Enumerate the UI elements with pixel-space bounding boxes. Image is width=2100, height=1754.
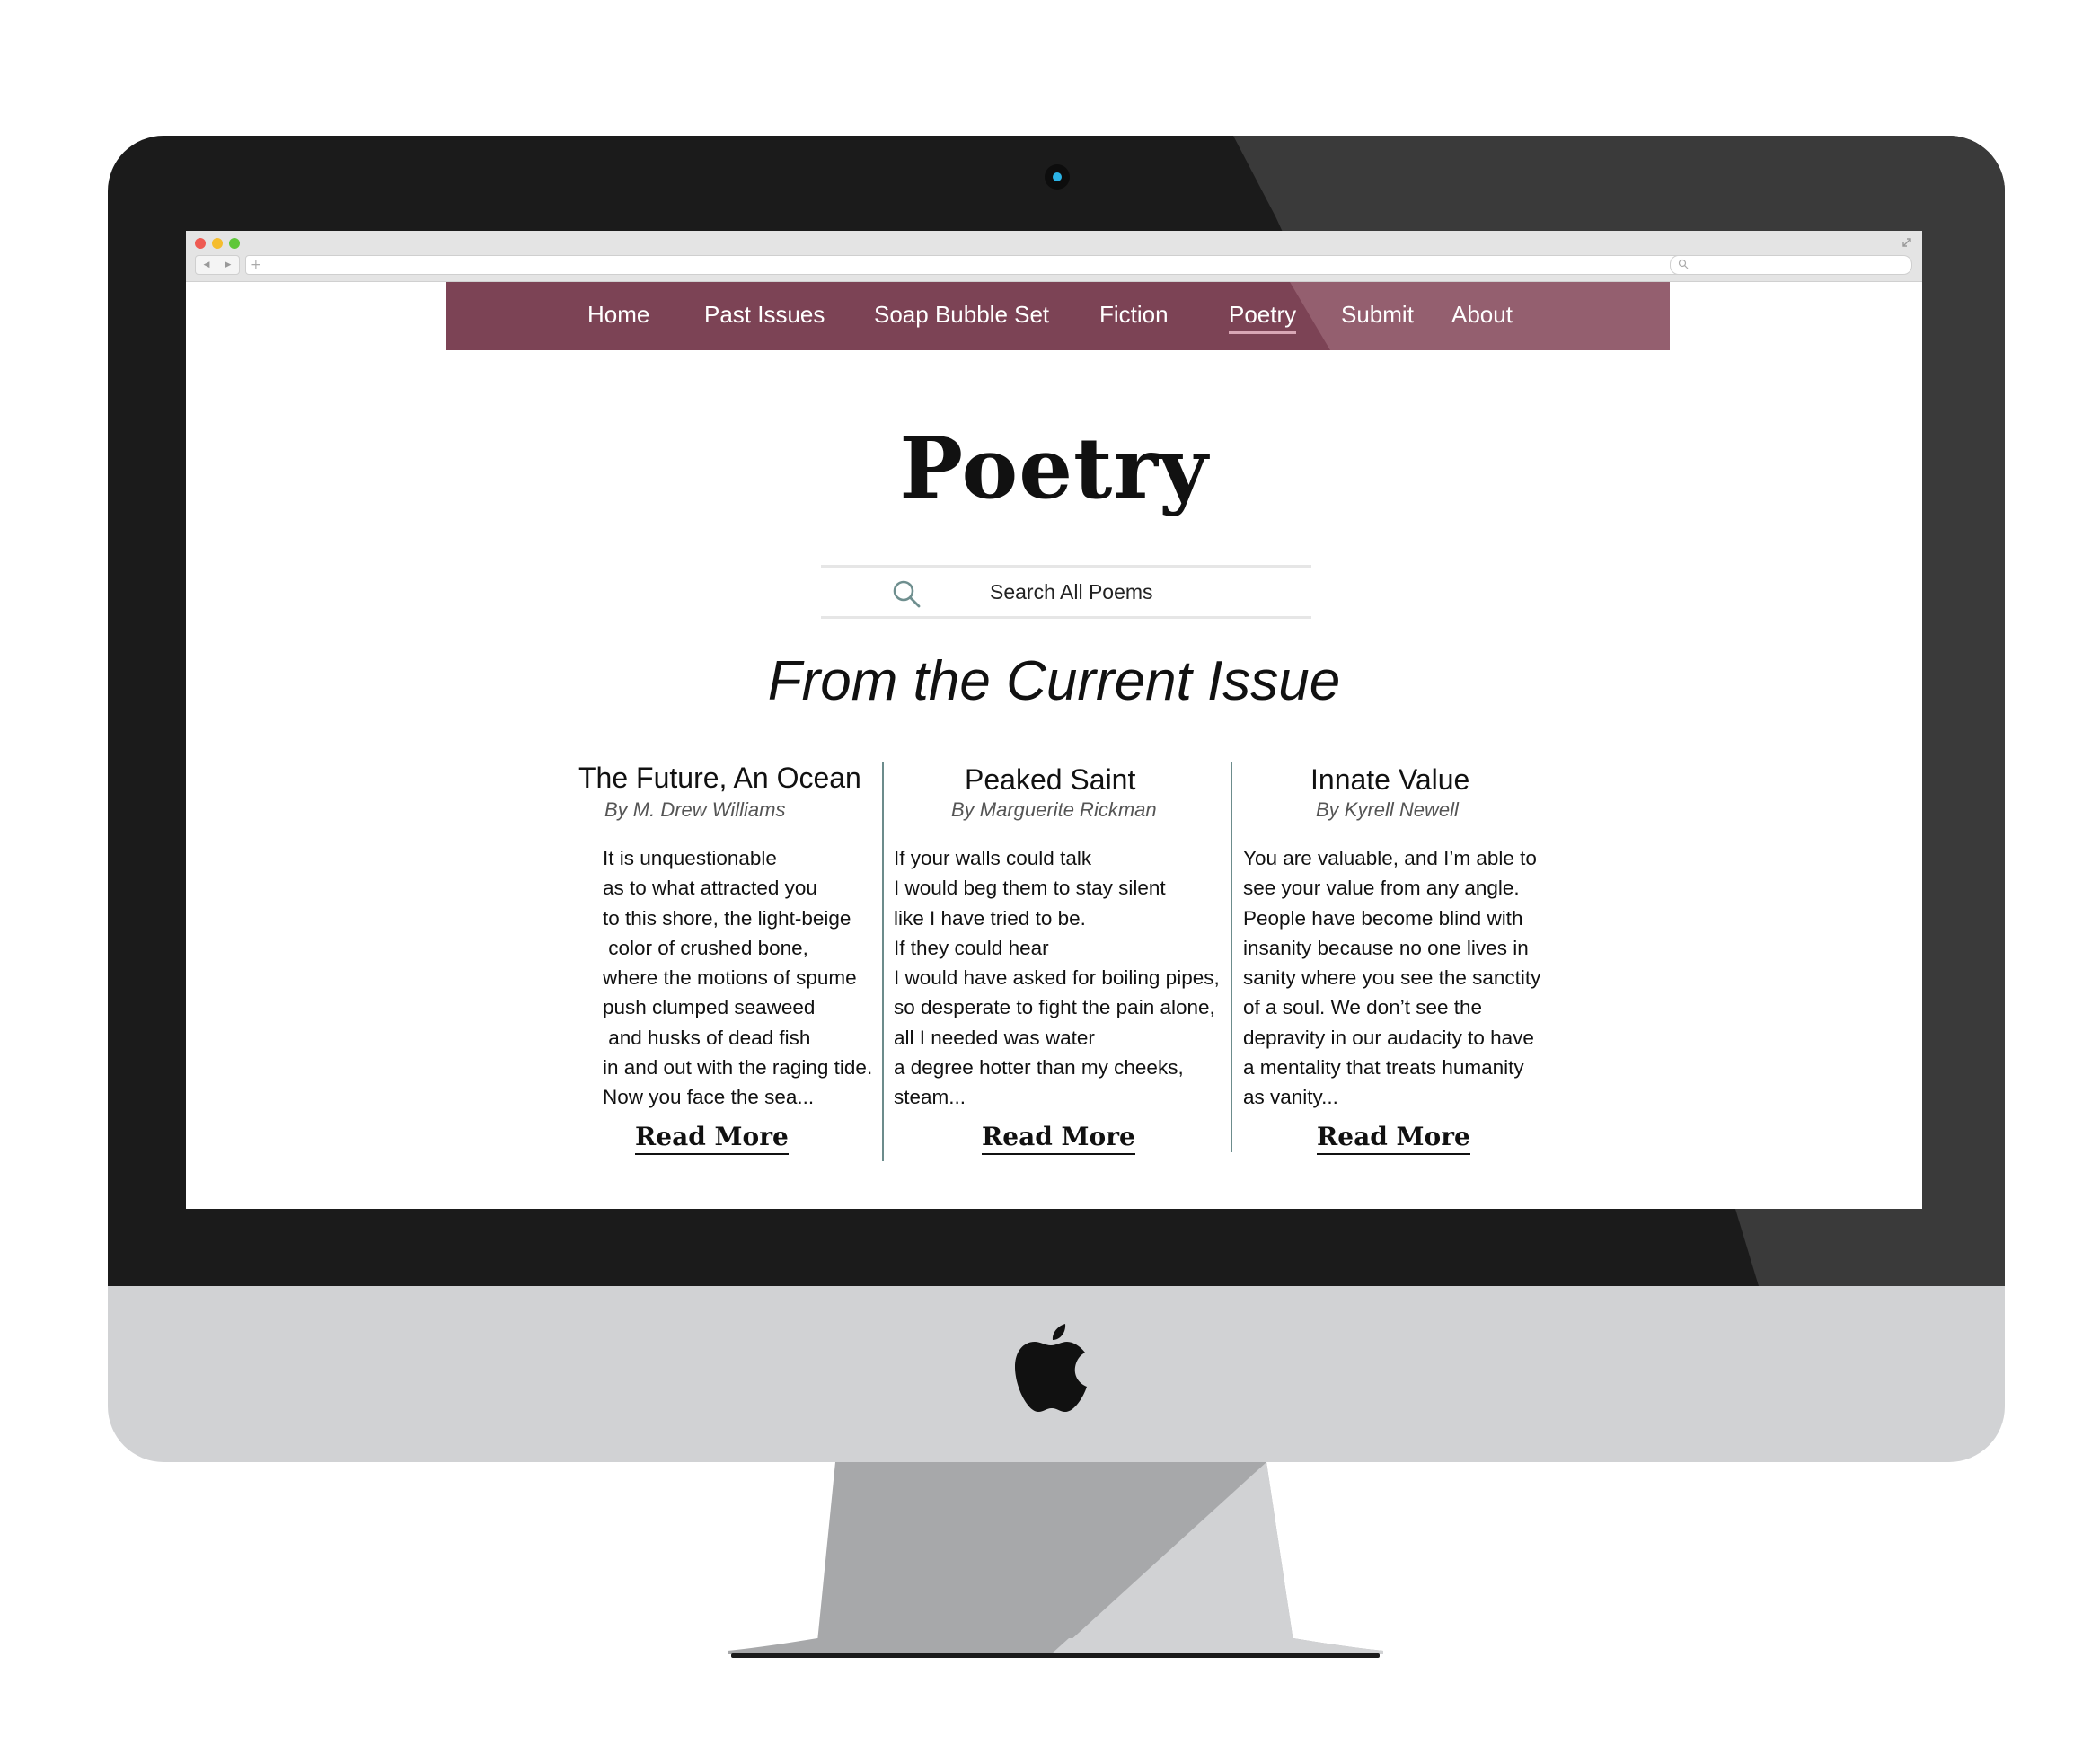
nav-submit[interactable]: Submit: [1341, 300, 1414, 329]
column-divider: [882, 762, 884, 1161]
minimize-window-button[interactable]: [212, 238, 223, 249]
poem-author: By Kyrell Newell: [1316, 798, 1459, 821]
read-more-link[interactable]: Read More: [982, 1122, 1135, 1155]
apple-logo-icon: [1015, 1324, 1087, 1412]
nav-past-issues[interactable]: Past Issues: [704, 300, 825, 329]
section-heading: From the Current Issue: [767, 650, 1341, 712]
search-icon: [893, 580, 921, 608]
browser-search-field[interactable]: [1670, 255, 1912, 275]
screen: ◀ ▶ + Home Past Issues Soap Bubble Set F…: [186, 231, 1922, 1209]
read-more-link[interactable]: Read More: [1317, 1122, 1470, 1155]
page-title: Poetry: [899, 419, 1209, 518]
new-tab-icon[interactable]: +: [251, 257, 261, 273]
forward-arrow-icon[interactable]: ▶: [225, 260, 232, 269]
poem-excerpt: You are valuable, and I’m able to see yo…: [1243, 847, 1541, 1109]
read-more-link[interactable]: Read More: [635, 1122, 789, 1155]
browser-back-forward[interactable]: ◀ ▶: [195, 255, 240, 275]
expand-icon[interactable]: [1901, 236, 1913, 249]
nav-soap-bubble-set[interactable]: Soap Bubble Set: [874, 300, 1049, 329]
poem-search-field[interactable]: Search All Poems: [821, 565, 1311, 619]
poem-title: The Future, An Ocean: [578, 762, 861, 794]
poem-title: Innate Value: [1310, 763, 1470, 796]
nav-fiction[interactable]: Fiction: [1099, 300, 1169, 329]
browser-toolbar: ◀ ▶ +: [186, 231, 1922, 282]
site-navigation: Home Past Issues Soap Bubble Set Fiction…: [446, 282, 1670, 350]
search-placeholder[interactable]: Search All Poems: [990, 580, 1153, 604]
poem-title: Peaked Saint: [965, 763, 1136, 796]
camera-icon: [1045, 164, 1070, 190]
poem-excerpt: If your walls could talk I would beg the…: [894, 847, 1220, 1109]
back-arrow-icon[interactable]: ◀: [204, 260, 210, 269]
magnifier-icon: [1678, 259, 1689, 269]
maximize-window-button[interactable]: [229, 238, 240, 249]
nav-home[interactable]: Home: [587, 300, 649, 329]
nav-poetry[interactable]: Poetry: [1229, 300, 1297, 334]
poem-excerpt: It is unquestionable as to what attracte…: [603, 847, 873, 1109]
poem-author: By M. Drew Williams: [604, 798, 786, 821]
nav-about[interactable]: About: [1451, 300, 1513, 329]
poem-author: By Marguerite Rickman: [951, 798, 1157, 821]
address-bar[interactable]: +: [245, 255, 1839, 275]
close-window-button[interactable]: [195, 238, 206, 249]
camera-lens: [1053, 172, 1062, 181]
column-divider: [1231, 762, 1232, 1152]
monitor-stand: [728, 1462, 1383, 1658]
